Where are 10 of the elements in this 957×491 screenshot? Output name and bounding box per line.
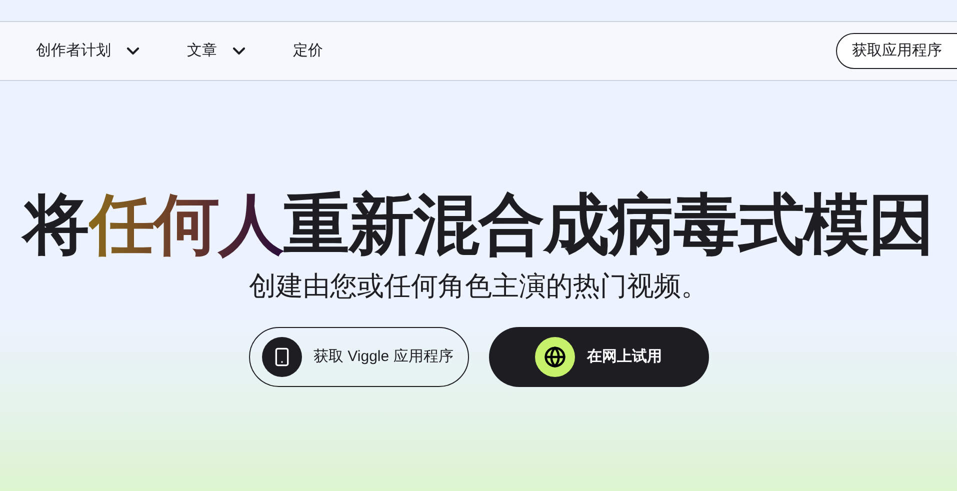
subtitle: 创建由您或任何角色主演的热门视频。 (249, 270, 708, 303)
nav-item[interactable]: 创作者计划 (36, 40, 143, 62)
get-app-button[interactable]: 获取应用程序 (836, 33, 957, 69)
phone-icon (262, 337, 302, 377)
nav-item[interactable]: 文章 (187, 40, 249, 62)
try-online-button[interactable]: 在网上试用 (488, 327, 708, 387)
globe-icon (535, 337, 575, 377)
get-app-button[interactable]: 获取 Viggle 应用程序 (248, 327, 468, 387)
headline: 将任何人重新混合成病毒式模因 (24, 188, 934, 260)
nav-item[interactable]: 定价 (293, 40, 323, 62)
